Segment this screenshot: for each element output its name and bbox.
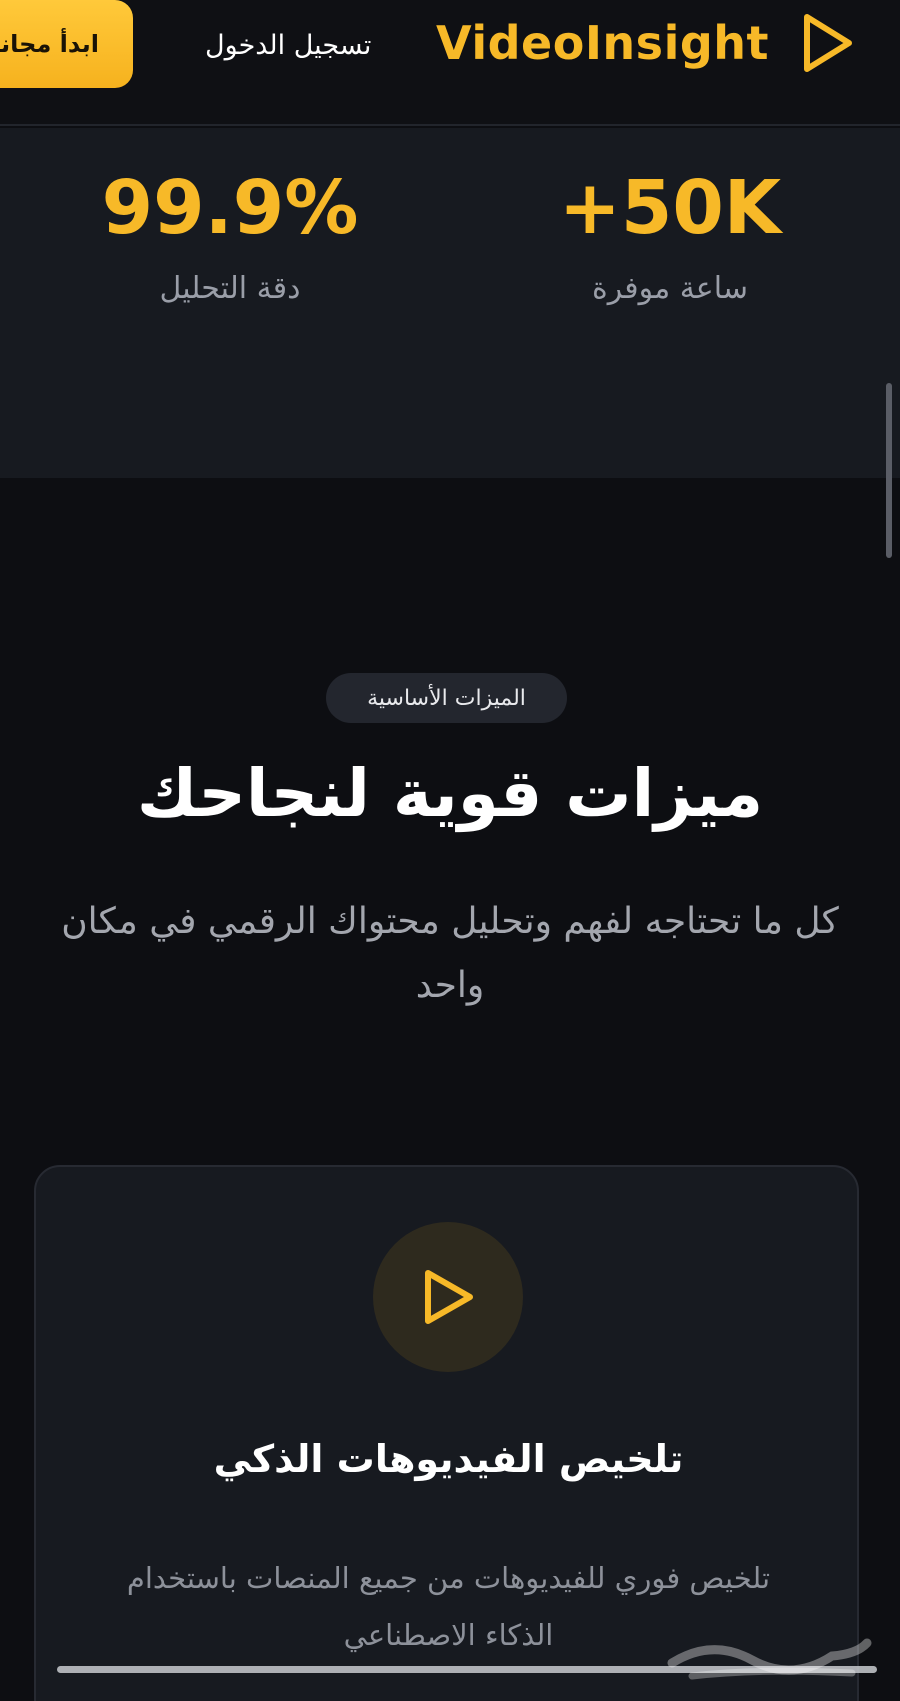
play-outline-icon (804, 14, 852, 72)
feature-icon-circle (373, 1222, 523, 1372)
scrollbar-thumb[interactable] (886, 383, 892, 558)
stat-value: 99.9% (101, 165, 359, 251)
stats-section: +50K ساعة موفرة 99.9% دقة التحليل (0, 128, 900, 558)
play-outline-icon (425, 1270, 473, 1324)
page: ابدأ مجاناً تسجيل الدخول VideoInsight +5… (0, 0, 900, 1701)
section-subtitle: كل ما تحتاجه لفهم وتحليل محتواك الرقمي ف… (61, 901, 839, 1006)
feature-card-title: تلخيص الفيديوهات الذكي (213, 1437, 684, 1481)
top-navbar: ابدأ مجاناً تسجيل الدخول VideoInsight (0, 0, 900, 126)
section-badge: الميزات الأساسية (326, 673, 567, 723)
login-link[interactable]: تسجيل الدخول (205, 22, 371, 68)
section-title: ميزات قوية لنجاحك (136, 755, 764, 832)
brand-logo[interactable]: VideoInsight (436, 8, 855, 78)
stat-accuracy: 99.9% دقة التحليل (80, 165, 380, 307)
stat-label: ساعة موفرة (592, 271, 748, 307)
brand-name: VideoInsight (436, 16, 769, 70)
stat-label: دقة التحليل (159, 271, 301, 307)
watermark-logo (667, 1638, 872, 1680)
stat-value: +50K (558, 165, 782, 251)
stat-hours-saved: +50K ساعة موفرة (520, 165, 820, 307)
start-free-button[interactable]: ابدأ مجاناً (0, 0, 133, 88)
